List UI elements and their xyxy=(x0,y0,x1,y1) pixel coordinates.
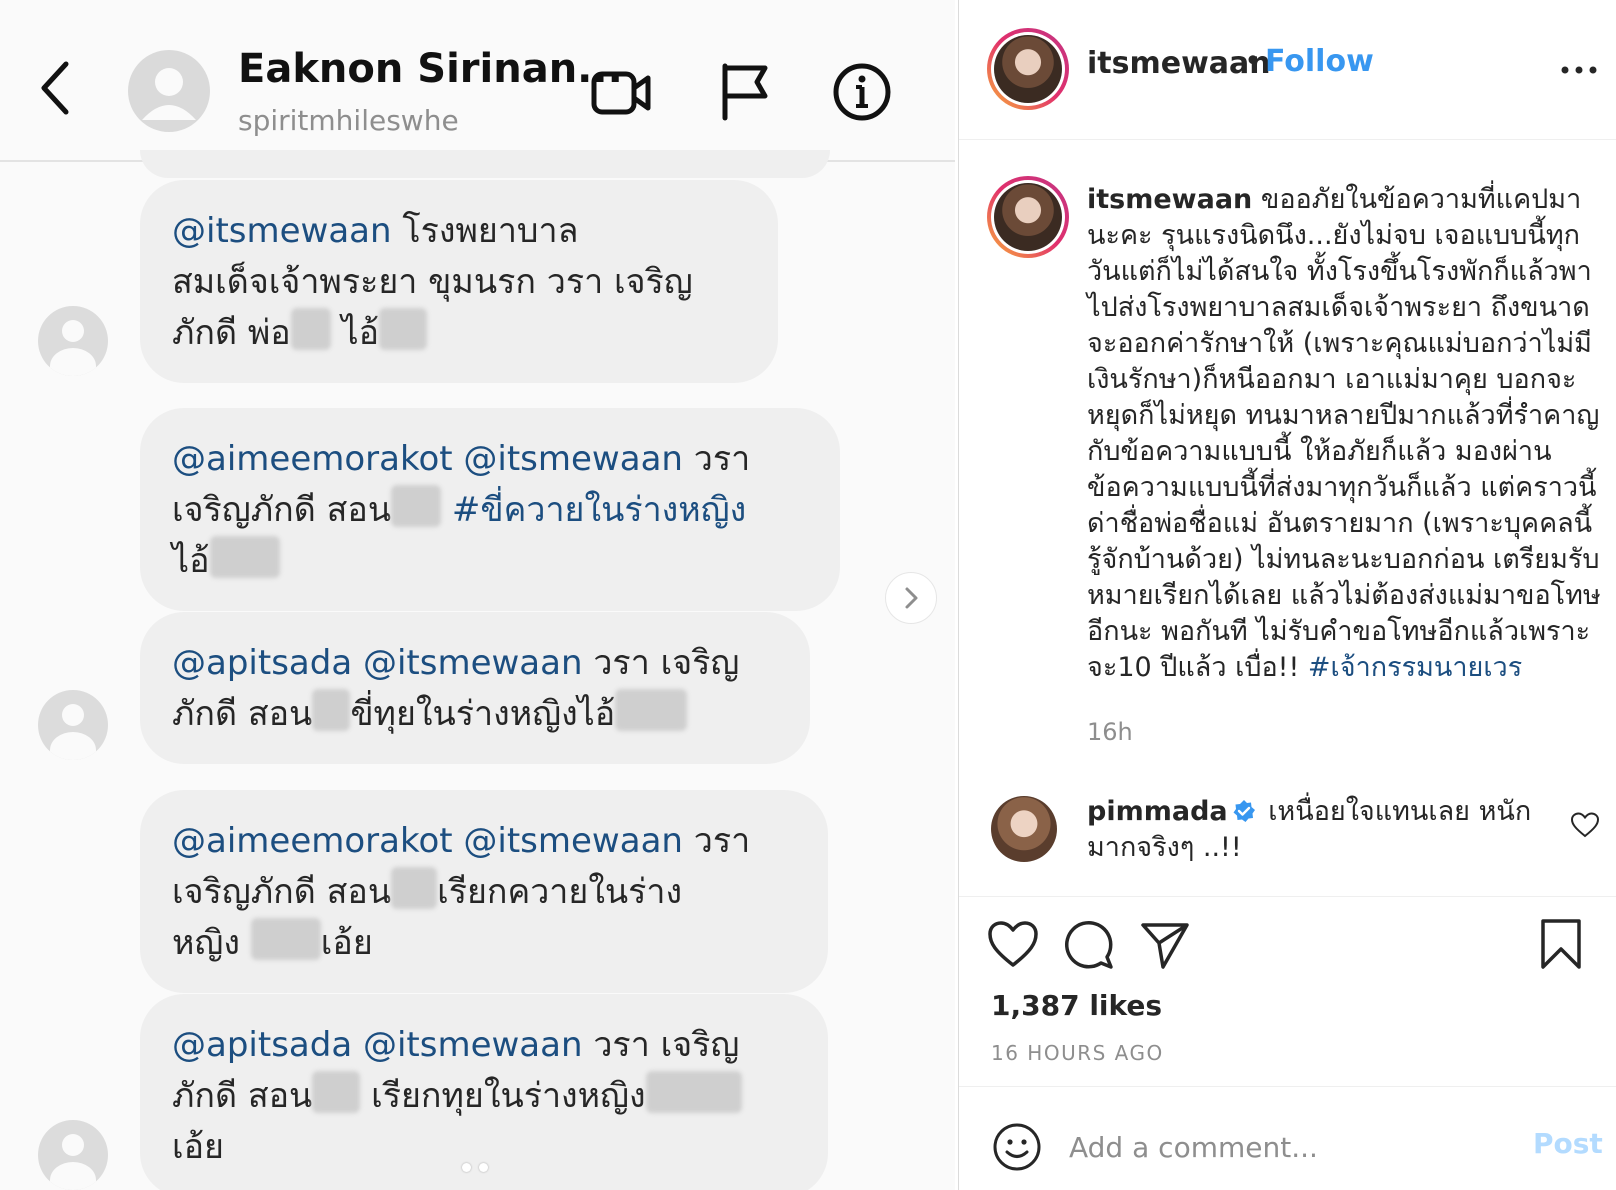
message-mention[interactable]: #ขี่ควายในร่างหญิง xyxy=(452,490,746,530)
carousel-dots xyxy=(458,1157,492,1176)
redacted-text xyxy=(312,689,351,731)
dm-header: Eaknon Sirinan... spiritmhileswhe xyxy=(0,0,955,162)
more-horizontal-icon[interactable] xyxy=(1559,60,1599,80)
redacted-text xyxy=(209,536,280,578)
comment-input[interactable] xyxy=(1069,1127,1489,1167)
message-bubble: @aimeemorakot @itsmewaan วรา เจริญภักดี ส… xyxy=(140,790,828,993)
message-mention[interactable]: @apitsada @itsmewaan xyxy=(172,643,583,683)
message-text: สมเด็จเจ้าพระยา ขุมนรก วรา เจริญ xyxy=(172,262,693,302)
caption-username[interactable]: itsmewaan xyxy=(1087,184,1252,215)
message-line: สมเด็จเจ้าพระยา ขุมนรก วรา เจริญ xyxy=(172,257,748,308)
message-text: ไอ้ xyxy=(172,541,210,581)
message-line: @aimeemorakot @itsmewaan วรา xyxy=(172,816,798,867)
redacted-text xyxy=(615,689,688,731)
follow-button[interactable]: Follow xyxy=(1265,44,1374,79)
message-text: เจริญภักดี สอน xyxy=(172,490,392,530)
chevron-right-icon xyxy=(905,587,918,609)
default-avatar-icon xyxy=(129,51,209,131)
message-bubble: @itsmewaan โรงพยาบาลสมเด็จเจ้าพระยา ขุมน… xyxy=(140,180,778,383)
separator-dot: • xyxy=(1244,44,1262,79)
flag-icon[interactable] xyxy=(715,62,779,122)
redacted-text xyxy=(645,1071,742,1113)
message-mention[interactable]: @itsmewaan xyxy=(172,211,392,251)
message-text: ขี่ทุยในร่างหญิงไอ้ xyxy=(350,694,616,734)
message-text: วรา เจริญ xyxy=(582,1025,740,1065)
message-text: วรา เจริญ xyxy=(582,643,740,683)
comment-username[interactable]: pimmada xyxy=(1087,796,1228,827)
redacted-text xyxy=(290,308,331,350)
message-text: ภักดี สอน xyxy=(172,1076,313,1116)
message-text: ไอ้ xyxy=(330,313,380,353)
message-text: วรา xyxy=(682,821,751,861)
message-text xyxy=(441,490,452,530)
caption-timestamp: 16h xyxy=(1087,718,1133,746)
comment-bar: Post xyxy=(959,1086,1616,1190)
comment-bubble-icon[interactable] xyxy=(1063,919,1115,971)
redacted-text xyxy=(391,867,438,909)
post-comment-button[interactable]: Post xyxy=(1533,1127,1603,1160)
chevron-left-icon[interactable] xyxy=(36,58,76,118)
bookmark-icon[interactable] xyxy=(1535,919,1587,971)
caption-text: ขออภัยในข้อความที่แคปมานะคะ รุนแรงนิดนึง… xyxy=(1087,184,1601,683)
sender-avatar xyxy=(38,306,108,376)
message-line: เจริญภักดี สอน #ขี่ควายในร่างหญิง xyxy=(172,485,810,536)
message-text: ภักดี พ่อ xyxy=(172,313,291,353)
message-line: ภักดี สอน เรียกทุยในร่างหญิง xyxy=(172,1071,798,1122)
caption-hashtag[interactable]: #เจ้ากรรมนายเวร xyxy=(1308,652,1522,683)
message-mention[interactable]: @apitsada @itsmewaan xyxy=(172,1025,583,1065)
message-text: ภักดี สอน xyxy=(172,694,313,734)
contact-avatar[interactable] xyxy=(128,50,210,132)
verified-badge-icon xyxy=(1233,800,1255,822)
paper-plane-icon[interactable] xyxy=(1139,919,1191,971)
profile-avatar[interactable] xyxy=(987,28,1069,110)
redacted-text xyxy=(379,308,428,350)
message-mention[interactable]: @aimeemorakot @itsmewaan xyxy=(172,439,683,479)
message-text: เจริญภักดี สอน xyxy=(172,872,392,912)
comment-item: pimmada เหนื่อยใจแทนเลย หนักมากจริงๆ ..!… xyxy=(1087,794,1547,866)
message-text: เอ้ย xyxy=(172,1127,224,1167)
sender-avatar xyxy=(38,1120,108,1190)
like-count[interactable]: 1,387 likes xyxy=(991,989,1162,1022)
message-bubble: @aimeemorakot @itsmewaan วรา เจริญภักดี ส… xyxy=(140,408,840,611)
message-line: หญิง เอ้ย xyxy=(172,918,798,969)
message-text: เรียกทุยในร่างหญิง xyxy=(360,1076,646,1116)
post-timestamp: 16 HOURS AGO xyxy=(991,1041,1164,1065)
message-text: โรงพยาบาล xyxy=(391,211,579,251)
heart-icon[interactable] xyxy=(1571,812,1599,838)
video-camera-icon[interactable] xyxy=(590,62,654,122)
previous-message-bubble xyxy=(140,150,830,178)
redacted-text xyxy=(391,485,442,527)
commenter-avatar[interactable] xyxy=(991,796,1057,862)
next-image-button[interactable] xyxy=(885,572,937,624)
sender-avatar xyxy=(38,690,108,760)
message-line: ภักดี สอน ขี่ทุยในร่างหญิงไอ้ xyxy=(172,689,780,740)
info-icon[interactable] xyxy=(832,62,896,122)
message-line: @apitsada @itsmewaan วรา เจริญ xyxy=(172,638,780,689)
message-text: หญิง xyxy=(172,923,251,963)
direct-message-screenshot: Eaknon Sirinan... spiritmhileswhe @itsme… xyxy=(0,0,955,1190)
contact-name[interactable]: Eaknon Sirinan... xyxy=(238,46,623,92)
message-text: วรา xyxy=(682,439,751,479)
message-line: ภักดี พ่อ ไอ้ xyxy=(172,308,748,359)
post-header: itsmewaan • Follow xyxy=(959,0,1616,140)
smiley-icon[interactable] xyxy=(991,1121,1043,1173)
contact-username: spiritmhileswhe xyxy=(238,104,459,137)
message-bubble: @apitsada @itsmewaan วรา เจริญภักดี สอน ข… xyxy=(140,612,810,764)
message-line: @apitsada @itsmewaan วรา เจริญ xyxy=(172,1020,798,1071)
message-line: @itsmewaan โรงพยาบาล xyxy=(172,206,748,257)
message-line: เจริญภักดี สอน เรียกควายในร่าง xyxy=(172,867,798,918)
redacted-text xyxy=(312,1071,361,1113)
post-actions: 1,387 likes 16 HOURS AGO xyxy=(959,896,1616,1086)
post-panel: itsmewaan • Follow itsmewaan ขออภัยในข้อ… xyxy=(958,0,1616,1190)
message-line: ไอ้ xyxy=(172,536,810,587)
redacted-text xyxy=(250,918,321,960)
caption-avatar[interactable] xyxy=(987,176,1069,258)
message-line: @aimeemorakot @itsmewaan วรา xyxy=(172,434,810,485)
heart-icon[interactable] xyxy=(987,919,1039,971)
post-caption: itsmewaan ขออภัยในข้อความที่แคปมานะคะ รุ… xyxy=(1087,182,1602,686)
message-text: เรียกควายในร่าง xyxy=(437,872,683,912)
message-text: เอ้ย xyxy=(320,923,373,963)
message-mention[interactable]: @aimeemorakot @itsmewaan xyxy=(172,821,683,861)
